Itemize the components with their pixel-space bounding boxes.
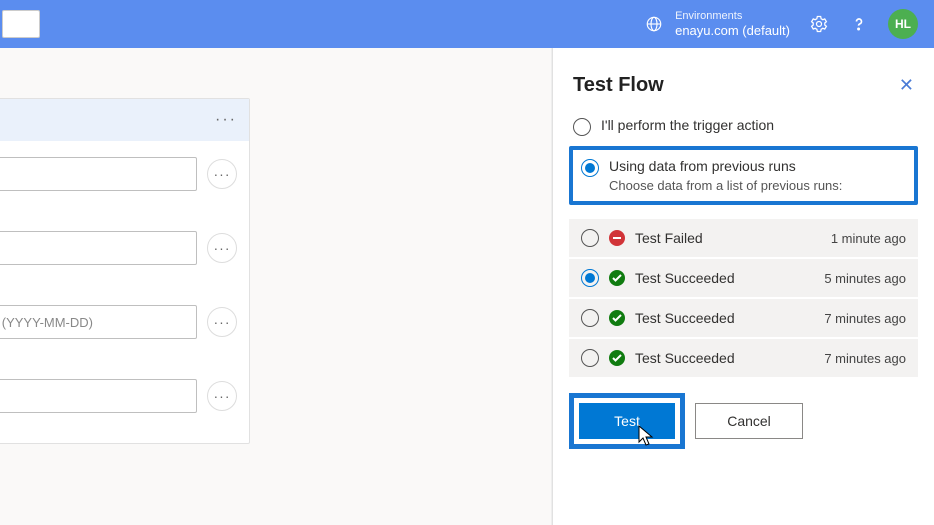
text-input[interactable] xyxy=(0,157,197,191)
environment-text: Environments enayu.com (default) xyxy=(675,10,790,39)
card-body: ··· ··· ··· ··· xyxy=(0,141,249,443)
text-input[interactable] xyxy=(0,379,197,413)
radio-icon xyxy=(581,229,599,247)
radio-icon xyxy=(581,159,599,177)
radio-label: I'll perform the trigger action xyxy=(601,117,774,133)
help-icon[interactable] xyxy=(848,13,870,35)
run-item[interactable]: Test Succeeded 5 minutes ago xyxy=(569,259,918,297)
header-left xyxy=(16,10,40,38)
run-label: Test Failed xyxy=(635,230,821,246)
field-more-icon[interactable]: ··· xyxy=(207,381,237,411)
field-more-icon[interactable]: ··· xyxy=(207,307,237,337)
field-more-icon[interactable]: ··· xyxy=(207,159,237,189)
status-success-icon xyxy=(609,310,625,326)
radio-icon xyxy=(573,118,591,136)
header-right: Environments enayu.com (default) HL xyxy=(643,9,918,39)
gear-icon[interactable] xyxy=(808,13,830,35)
field-more-icon[interactable]: ··· xyxy=(207,233,237,263)
run-item[interactable]: Test Succeeded 7 minutes ago xyxy=(569,299,918,337)
flow-canvas: ··· ··· ··· ··· ··· xyxy=(0,48,552,525)
avatar[interactable]: HL xyxy=(888,9,918,39)
card-header: ··· xyxy=(0,99,249,141)
search-input[interactable] xyxy=(2,10,40,38)
app-header: Environments enayu.com (default) HL xyxy=(0,0,934,48)
environment-picker[interactable]: Environments enayu.com (default) xyxy=(643,10,790,39)
environments-label: Environments xyxy=(675,10,790,23)
run-time: 1 minute ago xyxy=(831,231,906,246)
environment-name: enayu.com (default) xyxy=(675,23,790,39)
previous-runs-list: Test Failed 1 minute ago Test Succeeded … xyxy=(563,219,924,377)
panel-title: Test Flow xyxy=(573,74,664,97)
run-label: Test Succeeded xyxy=(635,350,814,366)
radio-previous-runs[interactable]: Using data from previous runs Choose dat… xyxy=(577,156,910,195)
field-row: ··· xyxy=(0,157,237,191)
close-icon[interactable]: ✕ xyxy=(899,75,914,96)
radio-label: Using data from previous runs xyxy=(609,158,842,174)
radio-icon xyxy=(581,309,599,327)
test-flow-panel: Test Flow ✕ I'll perform the trigger act… xyxy=(552,48,934,525)
status-success-icon xyxy=(609,350,625,366)
panel-header: Test Flow ✕ xyxy=(563,74,924,111)
test-button[interactable]: Test xyxy=(579,403,675,439)
radio-sublabel: Choose data from a list of previous runs… xyxy=(609,178,842,193)
avatar-initials: HL xyxy=(895,17,911,31)
radio-content: Using data from previous runs Choose dat… xyxy=(609,158,842,193)
run-time: 5 minutes ago xyxy=(824,271,906,286)
globe-icon xyxy=(643,13,665,35)
more-icon[interactable]: ··· xyxy=(215,111,237,129)
radio-icon xyxy=(581,269,599,287)
panel-buttons: Test Cancel xyxy=(563,393,924,449)
radio-manual-trigger[interactable]: I'll perform the trigger action xyxy=(563,111,924,142)
cancel-button[interactable]: Cancel xyxy=(695,403,803,439)
status-failed-icon xyxy=(609,230,625,246)
run-time: 7 minutes ago xyxy=(824,311,906,326)
date-input[interactable] xyxy=(0,305,197,339)
flow-step-card: ··· ··· ··· ··· ··· xyxy=(0,98,250,444)
radio-icon xyxy=(581,349,599,367)
field-row: ··· xyxy=(0,379,237,413)
run-item[interactable]: Test Succeeded 7 minutes ago xyxy=(569,339,918,377)
text-input[interactable] xyxy=(0,231,197,265)
run-label: Test Succeeded xyxy=(635,310,814,326)
run-label: Test Succeeded xyxy=(635,270,814,286)
highlighted-option: Using data from previous runs Choose dat… xyxy=(569,146,918,205)
highlighted-test-button: Test xyxy=(569,393,685,449)
field-row: ··· xyxy=(0,231,237,265)
run-time: 7 minutes ago xyxy=(824,351,906,366)
run-item[interactable]: Test Failed 1 minute ago xyxy=(569,219,918,257)
main-area: ··· ··· ··· ··· ··· xyxy=(0,48,934,525)
status-success-icon xyxy=(609,270,625,286)
field-row: ··· xyxy=(0,305,237,339)
